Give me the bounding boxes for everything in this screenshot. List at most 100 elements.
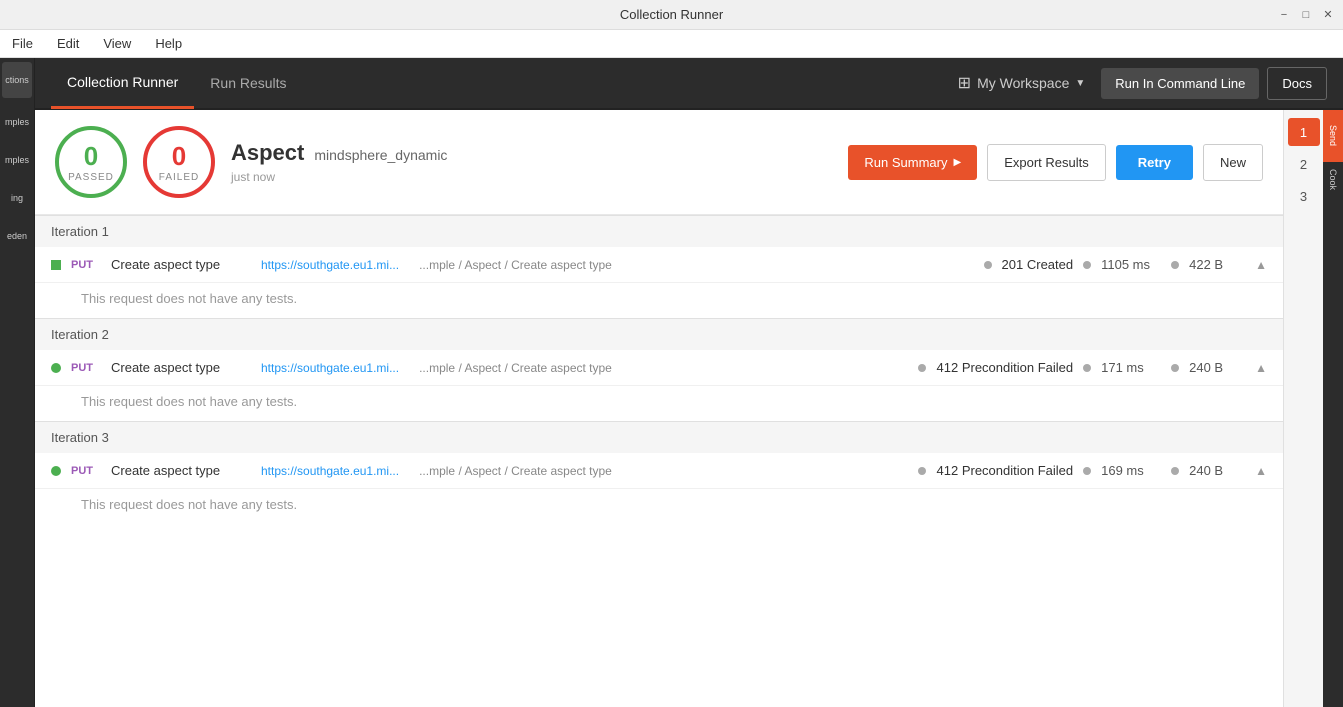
status-2-1: 412 Precondition Failed [936, 360, 1073, 375]
passed-count: 0 [84, 141, 98, 172]
run-in-cmd-button[interactable]: Run In Command Line [1101, 68, 1259, 99]
sidebar-icon-2[interactable]: mples [2, 104, 32, 140]
size-3-1: 240 B [1189, 463, 1239, 478]
sidebar-icon-label-2: mples [5, 117, 29, 127]
runner-info: Aspect mindsphere_dynamic just now [231, 140, 832, 184]
main-area: ctions mples mples ing eden Collection R… [0, 58, 1343, 707]
export-results-button[interactable]: Export Results [987, 144, 1106, 181]
runner-collection: mindsphere_dynamic [314, 147, 447, 163]
iteration-header-1: Iteration 1 [35, 215, 1283, 247]
request-path-3-1: ...mple / Aspect / Create aspect type [419, 464, 612, 478]
window-title: Collection Runner [620, 7, 723, 22]
main-content: Collection Runner Run Results ⊞ My Works… [35, 58, 1343, 707]
runner-header: 0 PASSED 0 FAILED Aspect mindsphe [35, 110, 1283, 215]
dot-gray-1 [984, 261, 992, 269]
request-name-2-1: Create aspect type [111, 360, 251, 375]
size-1-1: 422 B [1189, 257, 1239, 272]
dot-gray-4 [918, 364, 926, 372]
iteration-header-3: Iteration 3 [35, 421, 1283, 453]
dot-gray-3 [1171, 261, 1179, 269]
chevron-up-2: ▲ [1255, 361, 1267, 375]
menu-edit[interactable]: Edit [53, 34, 83, 53]
sidebar-icon-3[interactable]: mples [2, 142, 32, 178]
dot-gray-9 [1171, 467, 1179, 475]
menu-bar: File Edit View Help [0, 30, 1343, 58]
status-3-1: 412 Precondition Failed [936, 463, 1073, 478]
dot-gray-7 [918, 467, 926, 475]
iter-num-1[interactable]: 1 [1288, 118, 1320, 146]
run-summary-button[interactable]: Run Summary ▶ [848, 145, 977, 180]
request-url-1-1: https://southgate.eu1.mi... [261, 258, 399, 272]
sidebar-icon-label-5: eden [7, 231, 27, 241]
retry-button[interactable]: Retry [1116, 145, 1193, 180]
tab-run-results[interactable]: Run Results [194, 58, 302, 109]
time-3-1: 169 ms [1101, 463, 1161, 478]
tab-collection-runner[interactable]: Collection Runner [51, 58, 194, 109]
request-row-1-1[interactable]: PUT Create aspect type https://southgate… [35, 247, 1283, 283]
method-badge-2-1: PUT [71, 362, 101, 374]
right-accent-bar: Send Cook [1323, 110, 1343, 707]
size-2-1: 240 B [1189, 360, 1239, 375]
runner-name: Aspect [231, 140, 304, 166]
dot-gray-2 [1083, 261, 1091, 269]
new-button[interactable]: New [1203, 144, 1263, 181]
no-tests-2-1: This request does not have any tests. [35, 386, 1283, 421]
workspace-chevron-icon: ▼ [1075, 78, 1085, 89]
runner-time: just now [231, 170, 832, 184]
request-url-3-1: https://southgate.eu1.mi... [261, 464, 399, 478]
request-row-2-1[interactable]: PUT Create aspect type https://southgate… [35, 350, 1283, 386]
close-button[interactable]: ✕ [1321, 8, 1335, 22]
iter-num-3[interactable]: 3 [1288, 182, 1320, 210]
passed-label: PASSED [68, 172, 114, 183]
sidebar-icon-label-3: mples [5, 155, 29, 165]
no-tests-3-1: This request does not have any tests. [35, 489, 1283, 524]
sidebar-icon-5[interactable]: eden [2, 218, 32, 254]
failed-count: 0 [172, 141, 186, 172]
status-dot-green-1 [51, 260, 61, 270]
runner-name-row: Aspect mindsphere_dynamic [231, 140, 832, 166]
request-row-3-1[interactable]: PUT Create aspect type https://southgate… [35, 453, 1283, 489]
sidebar-icon-label-4: ing [11, 193, 23, 203]
request-path-1-1: ...mple / Aspect / Create aspect type [419, 258, 612, 272]
workspace-selector[interactable]: ⊞ My Workspace ▼ [958, 73, 1086, 93]
menu-help[interactable]: Help [151, 34, 186, 53]
request-name-1-1: Create aspect type [111, 257, 251, 272]
time-1-1: 1105 ms [1101, 257, 1161, 272]
menu-file[interactable]: File [8, 34, 37, 53]
iteration-numbers-panel: 1 2 3 [1283, 110, 1323, 707]
send-label: Send [1328, 125, 1338, 146]
runner-content: 0 PASSED 0 FAILED Aspect mindsphe [35, 110, 1283, 707]
workspace-icon: ⊞ [958, 73, 971, 93]
request-name-3-1: Create aspect type [111, 463, 251, 478]
iteration-header-2: Iteration 2 [35, 318, 1283, 350]
failed-circle: 0 FAILED [143, 126, 215, 198]
menu-view[interactable]: View [99, 34, 135, 53]
method-badge-3-1: PUT [71, 465, 101, 477]
minimize-button[interactable]: − [1277, 8, 1291, 22]
window-controls: − □ ✕ [1277, 8, 1335, 22]
sidebar-icon-1[interactable]: ctions [2, 62, 32, 98]
cook-label: Cook [1328, 169, 1338, 190]
request-url-2-1: https://southgate.eu1.mi... [261, 361, 399, 375]
status-dot-green-3 [51, 466, 61, 476]
dot-gray-8 [1083, 467, 1091, 475]
status-dot-green-2 [51, 363, 61, 373]
send-bar[interactable]: Send [1323, 110, 1343, 162]
iter-num-2[interactable]: 2 [1288, 150, 1320, 178]
time-2-1: 171 ms [1101, 360, 1161, 375]
left-sidebar: ctions mples mples ing eden [0, 58, 35, 707]
chevron-up-1: ▲ [1255, 258, 1267, 272]
runner-main: 0 PASSED 0 FAILED Aspect mindsphe [35, 110, 1343, 707]
docs-button[interactable]: Docs [1267, 67, 1327, 100]
run-summary-chevron-icon: ▶ [953, 157, 961, 168]
sidebar-icon-4[interactable]: ing [2, 180, 32, 216]
top-nav: Collection Runner Run Results ⊞ My Works… [35, 58, 1343, 110]
passed-circle: 0 PASSED [55, 126, 127, 198]
status-1-1: 201 Created [1002, 257, 1074, 272]
cook-bar[interactable]: Cook [1323, 162, 1343, 198]
maximize-button[interactable]: □ [1299, 8, 1313, 22]
request-path-2-1: ...mple / Aspect / Create aspect type [419, 361, 612, 375]
workspace-label: My Workspace [977, 75, 1069, 91]
sidebar-icon-label-1: ctions [5, 75, 29, 85]
runner-actions: Run Summary ▶ Export Results Retry New [848, 144, 1263, 181]
